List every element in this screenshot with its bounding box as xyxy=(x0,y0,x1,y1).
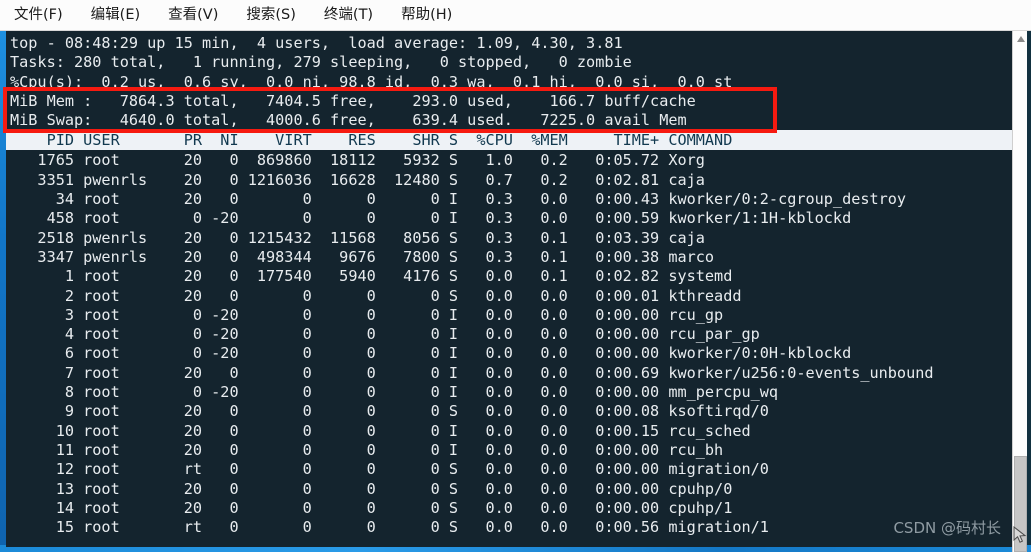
top-tasks-line: Tasks: 280 total, 1 running, 279 sleepin… xyxy=(10,53,632,72)
table-row[interactable]: 3 root 0 -20 0 0 0 I 0.0 0.0 0:00.00 rcu… xyxy=(6,306,1012,325)
table-row[interactable]: 7 root 20 0 0 0 0 I 0.0 0.0 0:00.69 kwor… xyxy=(6,364,1012,383)
terminal-output[interactable]: top - 08:48:29 up 15 min, 4 users, load … xyxy=(6,31,1012,547)
menu-item-help[interactable]: 帮助(H) xyxy=(401,8,452,23)
top-summary-block: top - 08:48:29 up 15 min, 4 users, load … xyxy=(6,31,1012,130)
process-table-header: PID USER PR NI VIRT RES SHR S %CPU %MEM … xyxy=(6,130,1012,151)
table-row[interactable]: 9 root 20 0 0 0 0 S 0.0 0.0 0:00.08 ksof… xyxy=(6,402,1012,421)
table-row[interactable]: 10 root 20 0 0 0 0 I 0.0 0.0 0:00.15 rcu… xyxy=(6,422,1012,441)
table-row[interactable]: 11 root 20 0 0 0 0 I 0.0 0.0 0:00.00 rcu… xyxy=(6,441,1012,460)
window-right-edge xyxy=(1027,31,1031,552)
table-row[interactable]: 2 root 20 0 0 0 0 S 0.0 0.0 0:00.01 kthr… xyxy=(6,287,1012,306)
top-uptime-line: top - 08:48:29 up 15 min, 4 users, load … xyxy=(10,34,623,52)
vertical-scrollbar[interactable] xyxy=(1012,31,1027,552)
top-mem-line: MiB Mem : 7864.3 total, 7404.5 free, 293… xyxy=(10,91,696,110)
table-row[interactable]: 2518 pwenrls 20 0 1215432 11568 8056 S 0… xyxy=(6,229,1012,248)
table-row[interactable]: 6 root 0 -20 0 0 0 I 0.0 0.0 0:00.00 kwo… xyxy=(6,344,1012,363)
terminal-window: 文件(F) 编辑(E) 查看(V) 搜索(S) 终端(T) 帮助(H) top … xyxy=(0,0,1031,552)
menu-bar: 文件(F) 编辑(E) 查看(V) 搜索(S) 终端(T) 帮助(H) xyxy=(0,0,1031,31)
table-row[interactable]: 1 root 20 0 177540 5940 4176 S 0.0 0.1 0… xyxy=(6,267,1012,286)
table-row[interactable]: 3351 pwenrls 20 0 1216036 16628 12480 S … xyxy=(6,171,1012,190)
table-row[interactable]: 34 root 20 0 0 0 0 I 0.3 0.0 0:00.43 kwo… xyxy=(6,190,1012,209)
scrollbar-thumb[interactable] xyxy=(1014,456,1027,552)
table-row[interactable]: 8 root 0 -20 0 0 0 I 0.0 0.0 0:00.00 mm_… xyxy=(6,383,1012,402)
top-cpu-line: %Cpu(s): 0.2 us, 0.6 sy, 0.0 ni, 98.8 id… xyxy=(10,72,733,91)
process-table-body: 1765 root 20 0 869860 18112 5932 S 1.0 0… xyxy=(6,150,1012,537)
menu-item-view[interactable]: 查看(V) xyxy=(168,8,218,23)
menu-item-terminal[interactable]: 终端(T) xyxy=(324,8,373,23)
menu-item-file[interactable]: 文件(F) xyxy=(14,8,63,23)
scroll-up-arrow-icon[interactable] xyxy=(1013,33,1028,45)
menu-item-edit[interactable]: 编辑(E) xyxy=(91,8,140,23)
menu-item-search[interactable]: 搜索(S) xyxy=(246,8,296,23)
table-row[interactable]: 458 root 0 -20 0 0 0 I 0.3 0.0 0:00.59 k… xyxy=(6,209,1012,228)
top-swap-line: MiB Swap: 4640.0 total, 4000.6 free, 639… xyxy=(10,111,687,130)
table-row[interactable]: 14 root 20 0 0 0 0 S 0.0 0.0 0:00.00 cpu… xyxy=(6,499,1012,518)
table-row[interactable]: 15 root rt 0 0 0 0 S 0.0 0.0 0:00.56 mig… xyxy=(6,518,1012,537)
table-row[interactable]: 1765 root 20 0 869860 18112 5932 S 1.0 0… xyxy=(6,151,1012,170)
table-row[interactable]: 12 root rt 0 0 0 0 S 0.0 0.0 0:00.00 mig… xyxy=(6,460,1012,479)
table-row[interactable]: 4 root 0 -20 0 0 0 I 0.0 0.0 0:00.00 rcu… xyxy=(6,325,1012,344)
table-row[interactable]: 13 root 20 0 0 0 0 S 0.0 0.0 0:00.00 cpu… xyxy=(6,480,1012,499)
table-row[interactable]: 3347 pwenrls 20 0 498344 9676 7800 S 0.3… xyxy=(6,248,1012,267)
